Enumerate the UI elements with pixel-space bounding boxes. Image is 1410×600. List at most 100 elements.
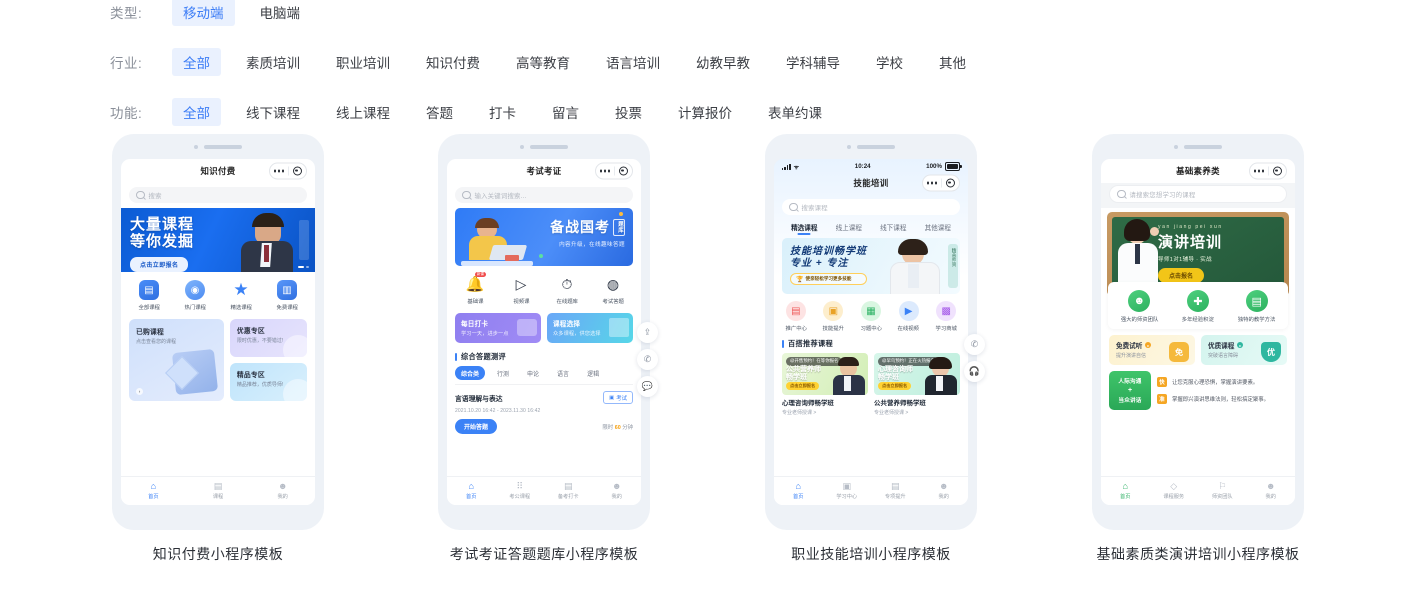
template-card-4[interactable]: 基础素养类 请搜索您想学习的课程 yan jiang pei xun 演讲培训 … (1092, 134, 1304, 564)
filter-chip-type-0[interactable]: 移动端 (172, 0, 235, 26)
tab-featured-3[interactable]: 精选课程 (782, 222, 827, 235)
daily-checkin-card[interactable]: 每日打卡 学习一天，进步一点 (455, 313, 541, 343)
pill-2[interactable]: 申论 (521, 366, 545, 380)
promo-arrow-main[interactable]: › (136, 388, 143, 395)
filter-chip-feature-1[interactable]: 线下课程 (235, 98, 311, 126)
template-card-1[interactable]: 知识付费 搜索 大量课程 等你发掘 点击立即报名 ▤ 全部课程 ◉ 热门课程 ★… (112, 134, 324, 564)
filter-chip-industry-5[interactable]: 语言培训 (595, 48, 671, 76)
search-bar-2[interactable]: 输入关键词搜索... (455, 187, 633, 203)
quiz-item-2[interactable]: 言语理解与表达 ▣ 考试 2021.10.20 16:42 - 2023.11.… (455, 384, 633, 436)
tab-profile-1[interactable]: ☻ 我的 (250, 482, 315, 501)
grid-item-2[interactable]: ⏱ 在线题库 (550, 274, 584, 305)
tab-other-3[interactable]: 其他课程 (916, 222, 961, 235)
tab-home-3[interactable]: ⌂ 首页 (774, 482, 823, 501)
feature-item-1[interactable]: ✚ 多年经验积淀 (1181, 290, 1215, 323)
grid-item-0[interactable]: 🔔 新课 基础课 (458, 272, 492, 305)
grid-item-2[interactable]: ★ 精选课程 (224, 280, 258, 311)
headset-icon[interactable]: 🎧 (964, 361, 985, 382)
search-bar-4[interactable]: 请搜索您想学习的课程 (1109, 185, 1287, 203)
grid-item-1[interactable]: ▷ 视频课 (504, 274, 538, 305)
filter-chip-industry-4[interactable]: 高等教育 (505, 48, 581, 76)
phone-icon[interactable]: ✆ (637, 349, 658, 370)
search-bar-1[interactable]: 搜索 (129, 187, 307, 203)
filter-chip-feature-3[interactable]: 答题 (415, 98, 464, 126)
course-card-0[interactable]: @开售预约！在等你报名 公共营养师 畅学班 点击立即报名 心理咨询师畅学班 专业… (782, 353, 868, 416)
filter-chip-feature-8[interactable]: 表单约课 (757, 98, 833, 126)
green-left-panel[interactable]: 人际沟通 + 当众讲话 (1109, 371, 1151, 410)
grid-item-3[interactable]: ◍ 考试答题 (596, 274, 630, 305)
phone-icon[interactable]: ✆ (964, 334, 985, 355)
pill-1[interactable]: 行测 (491, 366, 515, 380)
filter-chip-feature-5[interactable]: 留言 (541, 98, 590, 126)
grid-item-3[interactable]: ▥ 免费课程 (270, 280, 304, 311)
tab-profile-2[interactable]: ☻ 我的 (593, 482, 642, 501)
filter-chip-feature-0[interactable]: 全部 (172, 98, 221, 126)
hero-banner-2[interactable]: 备战国考 题库 内容升级，在线趣味答题 (455, 208, 633, 266)
more-dots-icon[interactable] (270, 169, 288, 173)
pill-3[interactable]: 语言 (551, 366, 575, 380)
grid-item-0[interactable]: ▤ 推广中心 (779, 301, 813, 332)
tab-gov-courses-2[interactable]: ⠿ 考公课程 (496, 482, 545, 501)
filter-chip-feature-2[interactable]: 线上课程 (325, 98, 401, 126)
course-select-card[interactable]: 课程选择 众多课程，供您选择 (547, 313, 633, 343)
filter-chip-industry-8[interactable]: 学校 (865, 48, 914, 76)
tab-teachers-4[interactable]: ⚐ 师资团队 (1198, 482, 1247, 501)
pill-4[interactable]: 逻辑 (581, 366, 605, 380)
close-target-icon[interactable] (614, 166, 632, 176)
filter-chip-industry-0[interactable]: 全部 (172, 48, 221, 76)
start-quiz-button[interactable]: 开始答题 (455, 419, 498, 435)
hero-banner-3[interactable]: 精英师资 技能培训畅学班 专业 + 专注 🏆 使亲轻松学习更多技能 (782, 238, 960, 294)
wechat-capsule-4[interactable] (1249, 162, 1287, 180)
filter-chip-industry-1[interactable]: 素质培训 (235, 48, 311, 76)
feature-item-0[interactable]: ☻ 强大的师资团队 (1121, 290, 1158, 323)
tab-offline-3[interactable]: 线下课程 (871, 222, 916, 235)
banner-cta-4[interactable]: 点击报名 (1158, 268, 1205, 283)
tab-home-1[interactable]: ⌂ 首页 (121, 482, 186, 501)
filter-chip-type-1[interactable]: 电脑端 (249, 0, 312, 26)
filter-chip-industry-6[interactable]: 幼教早教 (685, 48, 761, 76)
template-card-3[interactable]: ᯤ 10:24 100% 技能培训 搜索课程 精选课程 线上课程 线下课程 其他… (765, 134, 985, 564)
share-icon[interactable]: ⇪ (637, 322, 658, 343)
tab-course-service-4[interactable]: ◇ 课程服务 (1150, 482, 1199, 501)
promo-premium-zone[interactable]: 精品专区 精品推荐，优质导师! (229, 363, 307, 401)
tab-checkin-2[interactable]: ▤ 备考打卡 (544, 482, 593, 501)
template-card-2[interactable]: 考试考证 输入关键词搜索... 备战国考 题库 内容升级，在线趣味答题 🔔 新课… (438, 134, 658, 564)
tab-courses-1[interactable]: ▤ 课程 (186, 482, 251, 501)
filter-chip-feature-7[interactable]: 计算报价 (667, 98, 743, 126)
promo-purchased-courses[interactable]: 已购课程 点击查看您的课程 › (129, 319, 224, 401)
more-dots-icon[interactable] (596, 169, 614, 173)
tab-home-2[interactable]: ⌂ 首页 (447, 482, 496, 501)
grid-item-1[interactable]: ◉ 热门课程 (178, 280, 212, 311)
wechat-capsule-1[interactable] (269, 162, 307, 180)
close-target-icon[interactable] (288, 166, 306, 176)
promo-discount-zone[interactable]: 优惠专区 限时优惠，不要错过! (229, 319, 307, 357)
grid-item-0[interactable]: ▤ 全部课程 (132, 280, 166, 311)
filter-chip-industry-3[interactable]: 知识付费 (415, 48, 491, 76)
tab-study-center-3[interactable]: ▣ 学习中心 (823, 482, 872, 501)
wechat-capsule-2[interactable] (595, 162, 633, 180)
quality-course-card[interactable]: 优质课程 ▸ 突破语言障碍 优 (1201, 335, 1287, 365)
hero-banner-1[interactable]: 大量课程 等你发掘 点击立即报名 (121, 208, 315, 272)
more-dots-icon[interactable] (1250, 169, 1268, 173)
grid-item-1[interactable]: ▣ 技能提升 (816, 301, 850, 332)
tab-online-3[interactable]: 线上课程 (827, 222, 872, 235)
filter-chip-feature-4[interactable]: 打卡 (478, 98, 527, 126)
wechat-capsule-3[interactable] (922, 174, 960, 192)
close-target-icon[interactable] (1268, 166, 1286, 176)
filter-chip-industry-7[interactable]: 学科辅导 (775, 48, 851, 76)
grid-item-4[interactable]: ▩ 学习商城 (929, 301, 963, 332)
search-bar-3[interactable]: 搜索课程 (782, 199, 960, 215)
free-trial-card[interactable]: 免费试听 ▸ 提升演讲自信 免 (1109, 335, 1195, 365)
tab-improve-3[interactable]: ▤ 专项提升 (871, 482, 920, 501)
more-dots-icon[interactable] (923, 181, 941, 185)
feature-item-2[interactable]: ▤ 独特的教学方法 (1238, 290, 1275, 323)
tab-profile-3[interactable]: ☻ 我的 (920, 482, 969, 501)
filter-chip-feature-6[interactable]: 投票 (604, 98, 653, 126)
chat-icon[interactable]: 💬 (637, 376, 658, 397)
filter-chip-industry-2[interactable]: 职业培训 (325, 48, 401, 76)
banner-cta-1[interactable]: 点击立即报名 (130, 256, 189, 272)
course-card-1[interactable]: @早鸟预约！正在火热报名 心理咨询师 畅学班 点击立即报名 公共营养师畅学班 专… (874, 353, 960, 416)
tab-home-4[interactable]: ⌂ 首页 (1101, 482, 1150, 501)
close-target-icon[interactable] (941, 178, 959, 188)
grid-item-3[interactable]: ▶ 在线视频 (892, 301, 926, 332)
